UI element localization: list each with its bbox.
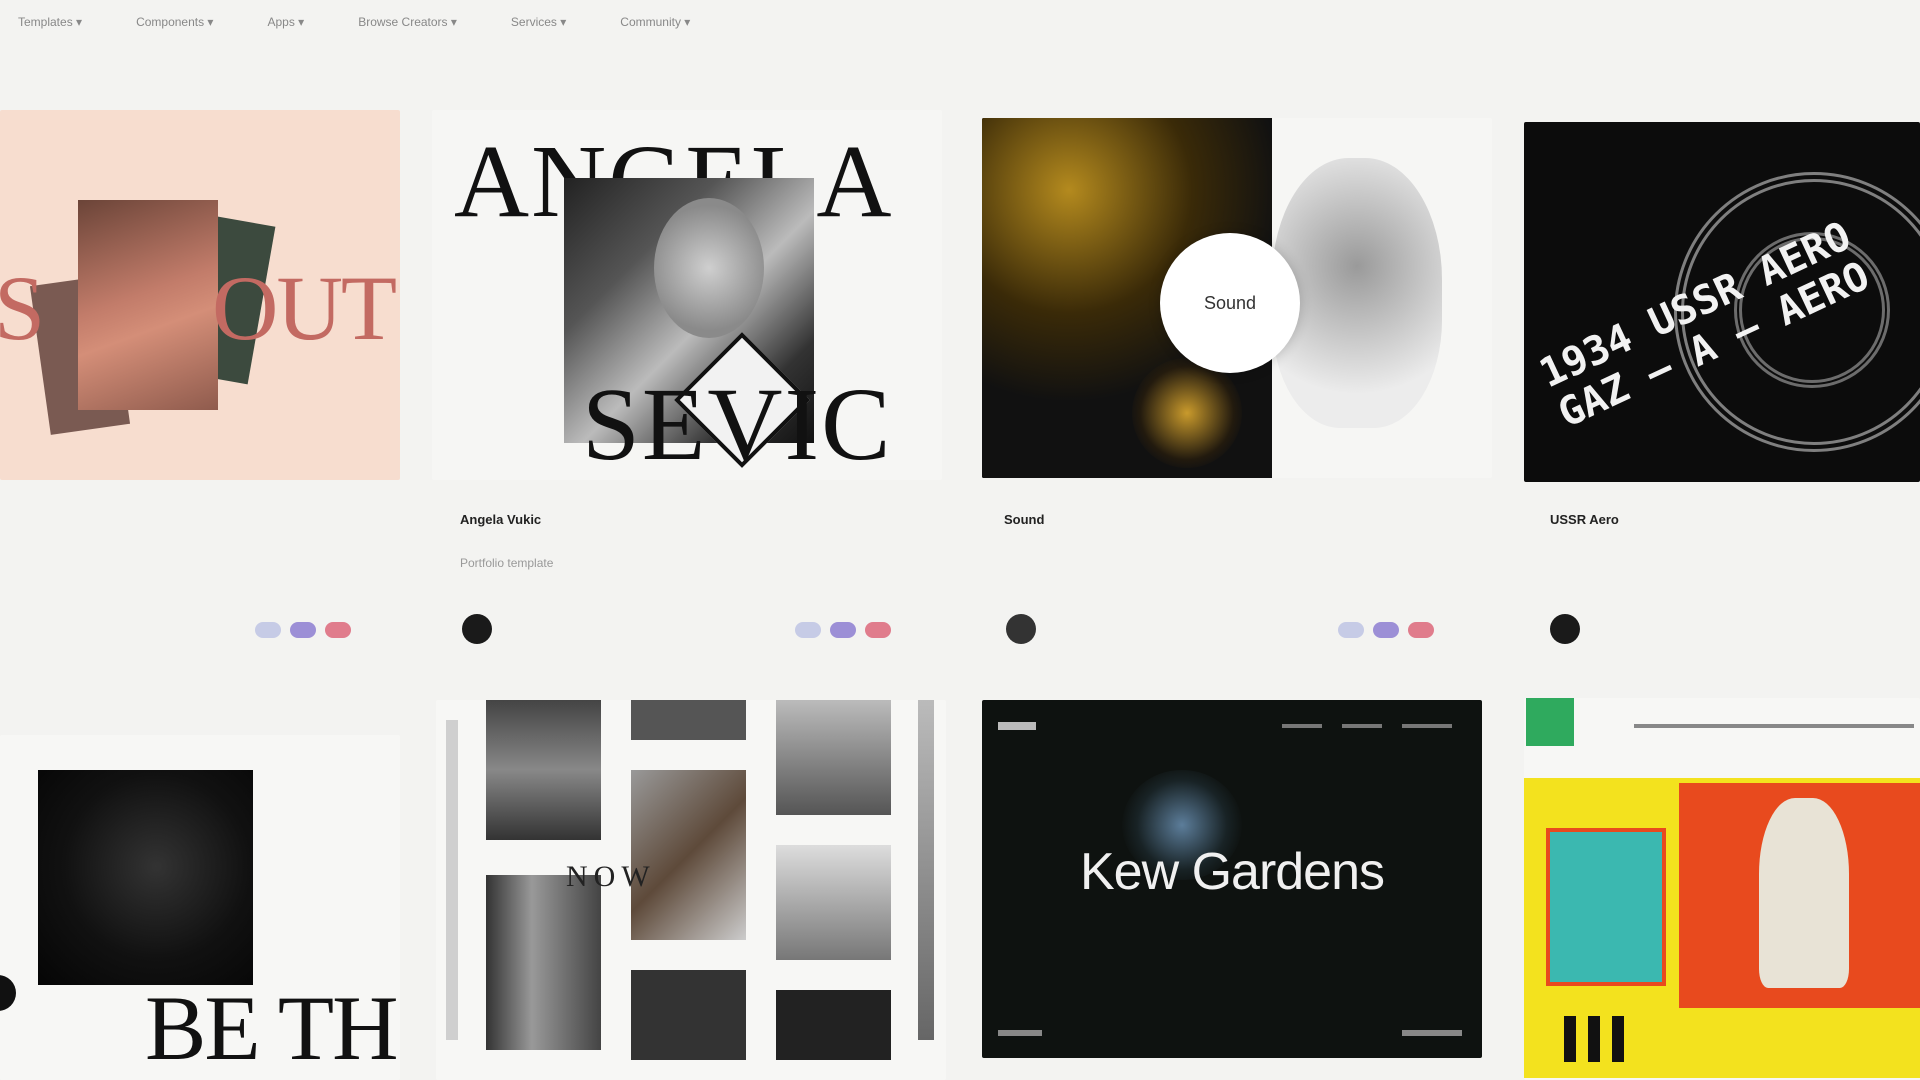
card-2-author-avatar[interactable]: [462, 614, 492, 644]
card-3-pill-c: [1408, 622, 1434, 638]
template-grid: S OUT ANGELA SEVIC Angela Vukic Portfoli…: [0, 0, 1920, 1080]
card-1-pill-a: [255, 622, 281, 638]
card-3-pill-a: [1338, 622, 1364, 638]
card-3-badge-label: Sound: [1203, 292, 1257, 313]
card-6-sidebar-right: [918, 700, 934, 1040]
card-6-thumbnail[interactable]: NOW: [436, 700, 946, 1080]
card-1-photo: [78, 200, 218, 410]
card-7-logo: [998, 722, 1036, 730]
card-6-art-text: NOW: [566, 860, 656, 893]
card-1-pill-c: [325, 622, 351, 638]
card-3-author-avatar[interactable]: [1006, 614, 1036, 644]
card-2-subtitle: Portfolio template: [460, 556, 554, 570]
card-7-menu-3: [1402, 724, 1452, 728]
card-6-photo-6: [486, 875, 601, 1050]
card-1-art-text-left: S: [0, 257, 45, 359]
card-3-title[interactable]: Sound: [1004, 512, 1044, 527]
card-7-thumbnail[interactable]: Kew Gardens: [982, 700, 1482, 1058]
card-2-pill-b: [830, 622, 856, 638]
card-1-thumbnail[interactable]: S OUT: [0, 110, 400, 480]
card-2-pill-a: [795, 622, 821, 638]
card-8-poster-teal: [1546, 828, 1666, 986]
card-3-pill-b: [1373, 622, 1399, 638]
card-4-author-avatar[interactable]: [1550, 614, 1580, 644]
card-6-photo-8: [776, 990, 891, 1060]
card-8-thumbnail[interactable]: [1524, 698, 1920, 1080]
card-2-title[interactable]: Angela Vukic: [460, 512, 541, 527]
card-7-menu-2: [1342, 724, 1382, 728]
card-6-photo-2: [631, 700, 746, 740]
card-3-badge[interactable]: Sound: [1160, 233, 1300, 373]
card-3-glow: [1132, 358, 1242, 468]
card-7-footer-dots: [998, 1030, 1042, 1036]
card-4-title[interactable]: USSR Aero: [1550, 512, 1619, 527]
card-2-circle: [654, 198, 764, 338]
card-5-dot: [0, 975, 16, 1011]
card-5-art-text: BE TH: [145, 977, 399, 1079]
card-7-art-text: Kew Gardens: [1079, 843, 1385, 901]
card-1-art-text: OUT: [212, 257, 397, 359]
card-7-footer-right: [1402, 1030, 1462, 1036]
card-6-photo-1: [486, 700, 601, 840]
card-6-photo-5: [776, 845, 891, 960]
card-2-pill-c: [865, 622, 891, 638]
card-5-thumbnail[interactable]: BE TH: [0, 735, 400, 1080]
card-1-pill-b: [290, 622, 316, 638]
card-8-poster-figure: [1759, 798, 1849, 988]
card-3-thumbnail[interactable]: Sound: [982, 118, 1492, 478]
card-8-header-line: [1634, 724, 1914, 728]
card-8-green-icon: [1526, 698, 1574, 746]
card-6-photo-3: [631, 770, 746, 940]
card-7-menu-1: [1282, 724, 1322, 728]
card-5-photo: [38, 770, 253, 985]
card-6-photo-7: [631, 970, 746, 1060]
card-8-poster-bars: [1564, 1016, 1624, 1062]
card-2-thumbnail[interactable]: ANGELA SEVIC: [432, 110, 942, 480]
card-4-thumbnail[interactable]: 1934 USSR AERO GAZ — A — AERO: [1524, 122, 1920, 482]
card-2-art-text-bottom: SEVIC: [582, 367, 893, 480]
card-6-sidebar: [446, 720, 458, 1040]
card-6-photo-4: [776, 700, 891, 815]
